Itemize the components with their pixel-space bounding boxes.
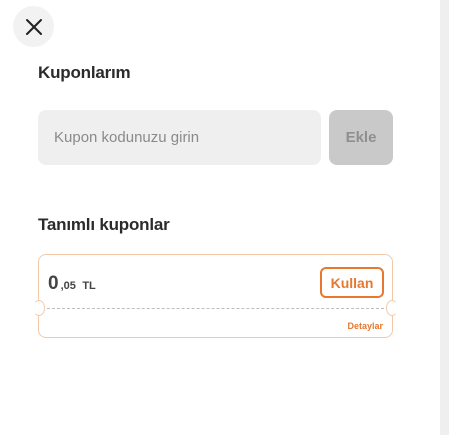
coupon-amount: 0,05 TL [48,273,96,295]
defined-coupons-title: Tanımlı kuponlar [38,215,170,234]
coupon-currency: TL [82,280,96,292]
coupon-panel: Kuponlarım Ekle Tanımlı kuponlar 0,05 TL… [0,0,449,435]
coupons-title: Kuponlarım [38,63,131,82]
coupon-details-link[interactable]: Detaylar [347,321,383,331]
background-overlay-strip [440,0,449,435]
coupon-amount-decimal: ,05 [60,280,76,292]
use-coupon-button[interactable]: Kullan [320,267,384,298]
close-button[interactable] [13,6,54,47]
ticket-notch-right [386,300,398,316]
ticket-notch-left [33,300,45,316]
coupon-amount-integer: 0 [48,273,59,294]
add-coupon-button[interactable]: Ekle [329,110,393,165]
coupon-code-input[interactable] [38,110,321,165]
close-icon [25,18,42,35]
coupon-card: 0,05 TL Kullan Detaylar [33,254,398,338]
ticket-divider [47,308,384,309]
